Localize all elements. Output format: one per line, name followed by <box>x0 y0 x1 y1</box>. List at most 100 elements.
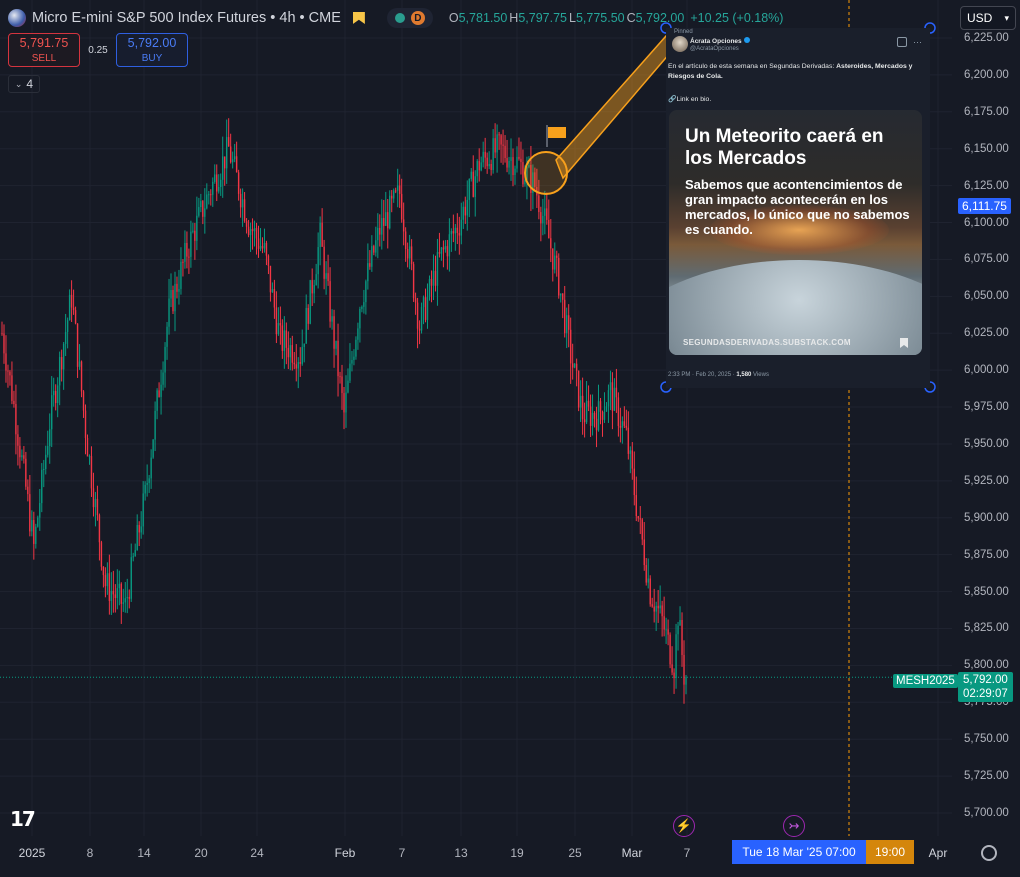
candle-body <box>76 323 79 367</box>
candle-body <box>3 333 5 354</box>
sell-button[interactable]: 5,791.75 SELL <box>8 33 80 67</box>
buy-button[interactable]: 5,792.00 BUY <box>116 33 188 67</box>
price-axis-label: 5,850.00 <box>964 585 1009 598</box>
candle-body <box>408 246 411 259</box>
candle-body <box>31 520 33 532</box>
candle-body <box>37 517 39 527</box>
candle-body <box>585 400 588 423</box>
candle-body <box>625 425 628 428</box>
candle-body <box>410 246 413 265</box>
candle-body <box>353 356 355 361</box>
symbol-title[interactable]: Micro E-mini S&P 500 Index Futures • 4h … <box>32 10 341 26</box>
candle-body <box>223 156 226 169</box>
tradingview-logo[interactable]: 17 <box>10 807 36 831</box>
candle-body <box>225 137 228 169</box>
candle-body <box>422 297 425 308</box>
candle-body <box>357 328 359 340</box>
candle-body <box>82 391 85 411</box>
candle-body <box>394 190 397 192</box>
candle-body <box>611 382 614 411</box>
candle-body <box>305 307 307 344</box>
candle-body <box>66 320 69 332</box>
market-open-icon <box>394 13 405 23</box>
candle-body <box>426 296 429 320</box>
candle-body <box>52 390 55 396</box>
symbol-header: Micro E-mini S&P 500 Index Futures • 4h … <box>8 8 783 28</box>
candle-body <box>345 392 347 413</box>
candle-body <box>623 421 626 426</box>
price-axis-label: 6,025.00 <box>964 327 1009 340</box>
candle-body <box>231 159 234 163</box>
candle-body <box>607 390 610 407</box>
candle-body <box>498 134 500 136</box>
candle-body <box>665 629 667 631</box>
candle-body <box>214 174 216 182</box>
candle-body <box>329 281 331 322</box>
candle-body <box>615 387 618 398</box>
candle-body <box>601 411 604 420</box>
candle-body <box>651 604 653 607</box>
crosshair-time-tag: Tue 18 Mar '25 07:00 <box>732 840 866 864</box>
candle-body <box>575 363 578 371</box>
sell-label: SELL <box>31 53 57 64</box>
card-title: Un Meteorito caerá en los Mercados <box>685 126 884 169</box>
candle-body <box>359 308 361 329</box>
candle-body <box>287 347 290 358</box>
candle-body <box>94 498 97 508</box>
candle-body <box>567 315 570 330</box>
candle-body <box>102 566 105 576</box>
candle-body <box>432 270 435 286</box>
candle-body <box>560 293 562 296</box>
candle-body <box>434 270 437 286</box>
open-value: 5,781.50 <box>458 11 508 25</box>
tweet-image-drawing[interactable]: Pinned Ácrata Opciones @AcrataOpciones ⋯… <box>666 28 930 388</box>
candle-body <box>685 677 687 685</box>
candle-body <box>428 278 431 297</box>
candle-body <box>550 238 552 249</box>
candle-body <box>162 372 164 385</box>
candle-body <box>164 346 166 373</box>
candle-body <box>571 363 574 368</box>
candle-body <box>126 597 128 599</box>
currency-select[interactable]: USD ▾ <box>960 6 1016 30</box>
us-flag-icon <box>8 9 26 27</box>
candle-body <box>186 242 188 257</box>
candle-body <box>5 353 7 371</box>
time-axis-label: 25 <box>568 846 582 860</box>
candle-body <box>595 418 598 431</box>
tweet-handle: @AcrataOpciones <box>690 46 739 52</box>
crosshair-time-tag-2: 19:00 <box>866 840 914 864</box>
candle-body <box>128 597 130 599</box>
candle-body <box>446 246 449 257</box>
candle-body <box>653 606 655 612</box>
candle-body <box>222 156 224 180</box>
bookmark-icon[interactable] <box>352 12 365 24</box>
candle-body <box>661 605 663 617</box>
candle-body <box>216 174 218 192</box>
dividend-event-icon[interactable]: ⚡ <box>673 815 695 837</box>
candle-body <box>673 672 675 679</box>
candle-body <box>564 299 566 334</box>
candle-body <box>347 380 349 393</box>
market-status-pill[interactable]: D <box>386 8 433 28</box>
candle-body <box>267 255 270 266</box>
candle-body <box>500 135 502 145</box>
candle-body <box>593 412 596 419</box>
candle-body <box>317 247 319 275</box>
candle-body <box>452 231 455 234</box>
candle-body <box>669 634 671 665</box>
candle-body <box>621 421 624 428</box>
candle-body <box>565 315 568 334</box>
candle-body <box>138 524 140 533</box>
candle-body <box>118 583 121 589</box>
split-event-icon[interactable]: ↣ <box>783 815 805 837</box>
last-price-tag: 5,792.00 02:29:07 <box>958 672 1013 702</box>
close-value: 5,792.00 <box>635 11 685 25</box>
candle-body <box>412 264 415 299</box>
gear-icon[interactable] <box>981 845 997 861</box>
lots-toggle[interactable]: ⌄ 4 <box>8 75 40 93</box>
price-axis-label: 5,925.00 <box>964 474 1009 487</box>
candle-body <box>420 307 423 331</box>
candle-body <box>400 193 403 220</box>
price-axis-label: 5,875.00 <box>964 548 1009 561</box>
